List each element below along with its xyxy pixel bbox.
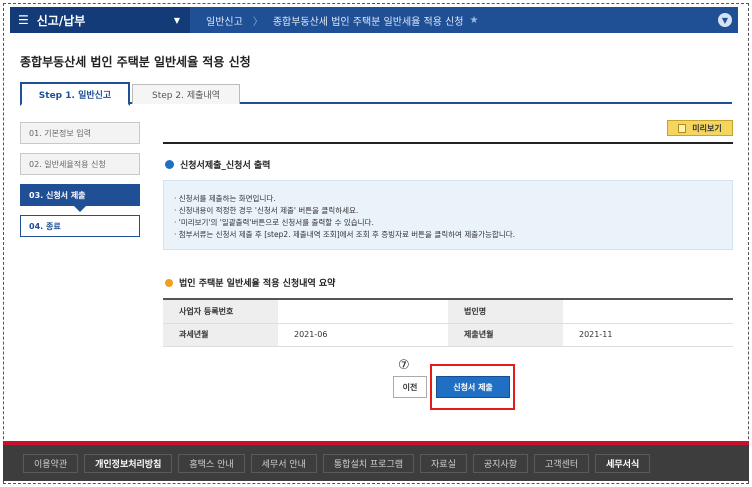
top-nav-bar: ☰ 신고/납부 ▼ 일반신고 〉 종합부동산세 법인 주택분 일반세율 적용 신… (10, 7, 738, 33)
breadcrumb: 일반신고 〉 종합부동산세 법인 주택분 일반세율 적용 신청 ★ (190, 13, 478, 28)
section-title: 신청서제출_신청서 출력 (165, 158, 270, 171)
submit-application-button[interactable]: 신청서 제출 (436, 376, 510, 398)
breadcrumb-item[interactable]: 일반신고 (206, 13, 243, 28)
step-item: 04. 종료 (20, 215, 140, 237)
breadcrumb-item[interactable]: 종합부동산세 법인 주택분 일반세율 적용 신청 (273, 13, 464, 28)
tab-step1[interactable]: Step 1. 일반신고 (20, 82, 130, 106)
main-menu-label: 신고/납부 (36, 13, 86, 28)
step-number-marker: ⑦ (398, 358, 410, 373)
footer-link[interactable]: 통합설치 프로그램 (322, 453, 415, 473)
step-item: 01. 기본정보 입력 (20, 122, 140, 144)
table-row: 사업자 등록번호 법인명 (163, 300, 733, 324)
summary-table: 사업자 등록번호 법인명 과세년월 2021-06 제출년월 2021-11 (163, 298, 733, 347)
table-cell: 2021-11 (563, 323, 733, 347)
footer-link[interactable]: 세무서식 (595, 453, 651, 473)
expand-circle-icon[interactable]: ▼ (718, 13, 732, 27)
page-title: 종합부동산세 법인 주택분 일반세율 적용 신청 (20, 55, 251, 69)
section-title-text: 법인 주택분 일반세율 적용 신청내역 요약 (179, 279, 336, 289)
dropdown-arrow-icon: ▼ (173, 15, 180, 25)
step-item: 02. 일반세율적용 신청 (20, 153, 140, 175)
favorite-star-icon[interactable]: ★ (470, 15, 479, 26)
info-line: 첨부서류는 신청서 제출 후 [step2. 제출내역 조회]에서 조회 후 증… (174, 229, 732, 241)
table-header-cell: 사업자 등록번호 (163, 300, 278, 324)
prev-button[interactable]: 이전 (393, 376, 427, 398)
bullet-icon (165, 278, 173, 287)
table-cell (563, 300, 733, 324)
info-box: 신청서를 제출하는 화면입니다. 신청내용이 적정한 경우 '신청서 제출' 버… (163, 180, 733, 250)
table-cell: 2021-06 (278, 323, 448, 347)
table-header-cell: 제출년월 (448, 323, 563, 347)
footer: 이용약관 개인정보처리방침 홈택스 안내 세무서 안내 통합설치 프로그램 자료… (3, 445, 749, 481)
preview-button[interactable]: 미리보기 (667, 120, 733, 136)
footer-link[interactable]: 이용약관 (23, 453, 79, 473)
footer-link[interactable]: 공지사항 (472, 453, 528, 473)
step-list: 01. 기본정보 입력 02. 일반세율적용 신청 03. 신청서 제출 04.… (20, 122, 140, 246)
step-tabs: Step 1. 일반신고 Step 2. 제출내역 (20, 82, 732, 106)
hamburger-icon: ☰ (18, 13, 29, 27)
info-line: '미리보기'의 '일괄출력'버튼으로 신청서를 출력할 수 있습니다. (174, 217, 732, 229)
bullet-icon (165, 160, 174, 169)
footer-link[interactable]: 자료실 (420, 453, 467, 473)
footer-link[interactable]: 개인정보처리방침 (84, 453, 173, 473)
step-item-current: 03. 신청서 제출 (20, 184, 140, 212)
section-title-text: 신청서제출_신청서 출력 (180, 161, 271, 171)
chevron-right-icon: 〉 (252, 16, 263, 28)
table-cell (278, 300, 448, 324)
main-menu-dropdown[interactable]: ☰ 신고/납부 ▼ (10, 7, 190, 33)
footer-link[interactable]: 고객센터 (533, 453, 590, 473)
section-title: 법인 주택분 일반세율 적용 신청내역 요약 (165, 276, 335, 289)
preview-label: 미리보기 (692, 123, 722, 133)
table-header-cell: 법인명 (448, 300, 563, 324)
tab-step2[interactable]: Step 2. 제출내역 (132, 84, 240, 104)
footer-link[interactable]: 홈택스 안내 (178, 453, 245, 473)
document-icon (678, 123, 687, 133)
info-line: 신청서를 제출하는 화면입니다. (174, 193, 732, 205)
table-header-cell: 과세년월 (163, 323, 278, 347)
footer-link[interactable]: 세무서 안내 (250, 453, 317, 473)
info-line: 신청내용이 적정한 경우 '신청서 제출' 버튼을 클릭하세요. (174, 205, 732, 217)
divider (163, 142, 733, 144)
table-row: 과세년월 2021-06 제출년월 2021-11 (163, 323, 733, 347)
